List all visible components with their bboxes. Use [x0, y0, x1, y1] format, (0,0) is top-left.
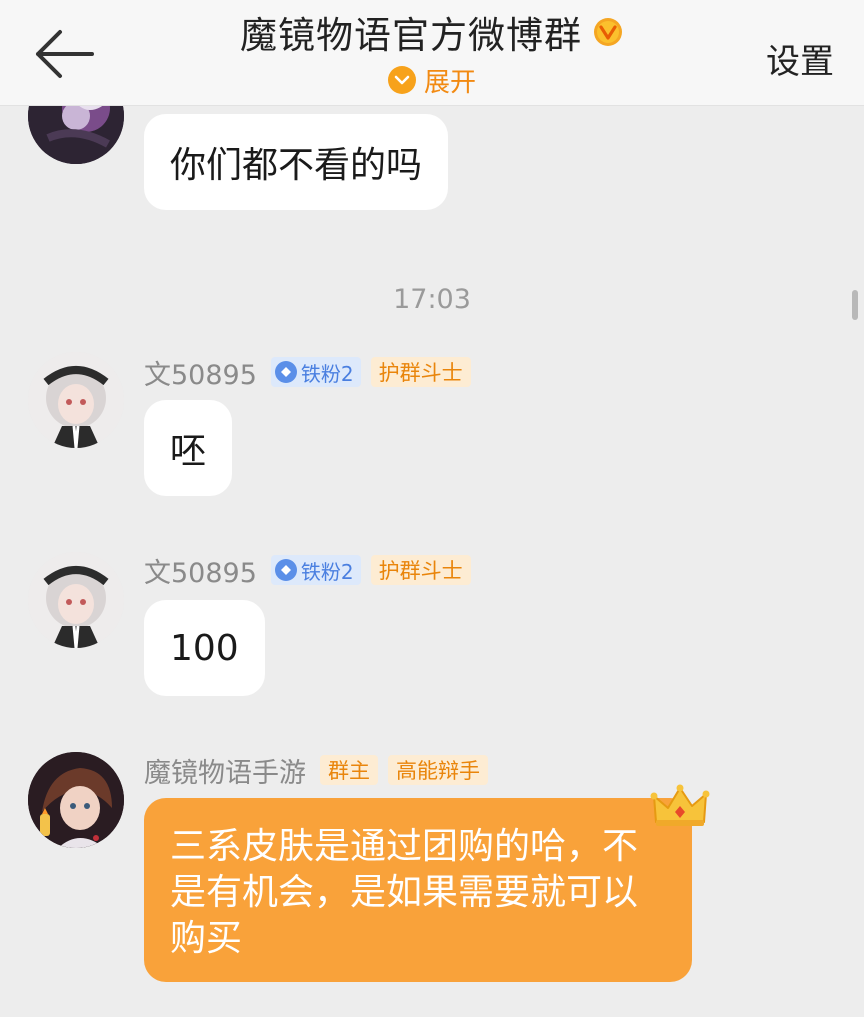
- scrollbar-thumb[interactable]: [852, 290, 858, 320]
- sender-info: 文50895 铁粉2 护群斗士: [144, 551, 471, 590]
- message-bubble[interactable]: 100: [144, 600, 265, 696]
- chat-screen: 魔镜物语官方微博群 展开 设置 你们都不看的吗 17:03 文50895 铁粉2…: [0, 0, 864, 1017]
- expand-label: 展开: [423, 67, 476, 98]
- sender-info: 文50895 铁粉2 护群斗士: [144, 353, 471, 392]
- diamond-icon: [274, 559, 297, 581]
- title-badge: 护群斗士: [370, 357, 471, 387]
- owner-badge: 群主: [320, 755, 378, 785]
- sender-name[interactable]: 文50895: [144, 353, 257, 392]
- owner-message-bubble[interactable]: 三系皮肤是通过团购的哈，不是有机会，是如果需要就可以购买: [144, 798, 692, 982]
- diamond-icon: [274, 361, 297, 383]
- title-badge: 护群斗士: [370, 555, 471, 585]
- settings-button[interactable]: 设置: [766, 34, 834, 83]
- crown-icon: [650, 784, 710, 826]
- avatar[interactable]: [28, 352, 124, 448]
- avatar[interactable]: [28, 752, 124, 848]
- timestamp: 17:03: [393, 284, 471, 315]
- chat-header: 魔镜物语官方微博群 展开 设置: [0, 0, 864, 106]
- sender-name[interactable]: 文50895: [144, 551, 257, 590]
- sender-name[interactable]: 魔镜物语手游: [144, 751, 306, 790]
- message-text: 三系皮肤是通过团购的哈，不是有机会，是如果需要就可以购买: [170, 826, 639, 959]
- title-badge: 高能辩手: [388, 755, 488, 785]
- fan-level-badge: 铁粉2: [270, 357, 361, 387]
- verified-v-icon: [594, 18, 622, 46]
- sender-info: 魔镜物语手游 群主 高能辩手: [144, 751, 488, 790]
- fan-level-badge: 铁粉2: [270, 555, 361, 585]
- message-bubble[interactable]: 你们都不看的吗: [144, 114, 449, 210]
- message-text: 100: [170, 627, 239, 669]
- message-bubble[interactable]: 呸: [144, 400, 233, 496]
- fan-level-label: 铁粉2: [300, 361, 354, 386]
- avatar[interactable]: [28, 552, 124, 648]
- fan-level-label: 铁粉2: [300, 559, 354, 584]
- message-text: 呸: [170, 431, 207, 472]
- message-text: 你们都不看的吗: [170, 145, 423, 186]
- group-title-row[interactable]: 魔镜物语官方微博群: [0, 8, 864, 57]
- expand-toggle[interactable]: 展开: [0, 62, 864, 98]
- chevron-down-icon: [387, 66, 416, 94]
- group-title: 魔镜物语官方微博群: [240, 14, 582, 57]
